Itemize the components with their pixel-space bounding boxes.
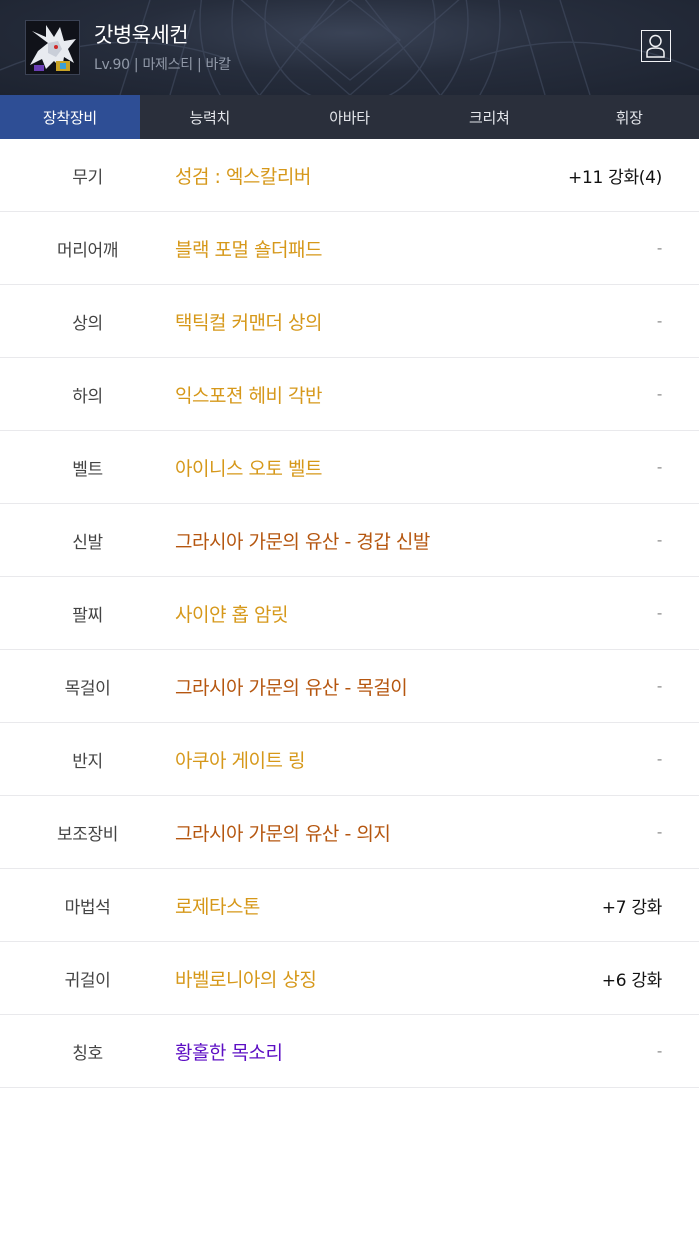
item-name[interactable]: 택틱컬 커맨더 상의 [175,308,442,335]
item-name[interactable]: 아이니스 오토 벨트 [175,454,442,481]
enhance-value: - [656,458,662,476]
slot-label: 벨트 [72,459,103,480]
item-name[interactable]: 로제타스톤 [175,892,442,919]
enhance-value: - [656,750,662,768]
slot-label: 마법석 [64,897,111,918]
item-name[interactable]: 익스포젼 헤비 각반 [175,381,442,408]
equipment-row-belt[interactable]: 벨트 아이니스 오토 벨트 - [0,431,699,504]
person-icon [646,34,665,58]
tab-emblem[interactable]: 휘장 [559,95,699,139]
enhance-value: - [656,385,662,403]
enhance-value: - [656,604,662,622]
character-avatar [26,21,79,74]
enhance-value: - [656,531,662,549]
item-name[interactable]: 바벨로니아의 상징 [175,965,442,992]
slot-label: 상의 [72,313,103,334]
enhance-value: - [656,312,662,330]
character-portrait-icon [26,21,79,74]
profile-button[interactable] [641,30,671,62]
enhance-value: +6 강화 [601,970,663,991]
enhance-value: - [656,677,662,695]
slot-label: 반지 [72,751,103,772]
slot-label: 하의 [72,386,103,407]
equipment-row-necklace[interactable]: 목걸이 그라시아 가문의 유산 - 목걸이 - [0,650,699,723]
tab-equipment[interactable]: 장착장비 [0,95,140,139]
equipment-row-support[interactable]: 보조장비 그라시아 가문의 유산 - 의지 - [0,796,699,869]
item-name[interactable]: 블랙 포멀 숄더패드 [175,235,442,262]
slot-label: 팔찌 [72,605,103,626]
tab-creature[interactable]: 크리쳐 [419,95,559,139]
slot-label: 무기 [72,167,103,188]
tab-avatar[interactable]: 아바타 [280,95,420,139]
enhance-value: - [656,1042,662,1060]
enhance-value: +11 강화(4) [568,167,662,188]
slot-label: 신발 [72,532,103,553]
equipment-row-shoulder[interactable]: 머리어깨 블랙 포멀 숄더패드 - [0,212,699,285]
equipment-row-top[interactable]: 상의 택틱컬 커맨더 상의 - [0,285,699,358]
enhance-value: - [656,239,662,257]
enhance-value: +7 강화 [601,897,663,918]
enhance-value: - [656,823,662,841]
slot-label: 보조장비 [57,824,118,845]
item-name[interactable]: 성검 : 엑스칼리버 [175,162,442,189]
equipment-row-bracelet[interactable]: 팔찌 사이얀 홉 암릿 - [0,577,699,650]
item-name[interactable]: 그라시아 가문의 유산 - 의지 [175,819,442,846]
slot-label: 목걸이 [64,678,111,699]
item-name[interactable]: 그라시아 가문의 유산 - 목걸이 [175,673,442,700]
tab-stats[interactable]: 능력치 [140,95,280,139]
character-header: 갓병욱세컨 Lv.90 | 마제스티 | 바칼 [0,0,699,95]
equipment-row-magic-stone[interactable]: 마법석 로제타스톤 +7 강화 [0,869,699,942]
item-name[interactable]: 아쿠아 게이트 링 [175,746,442,773]
equipment-row-bottom[interactable]: 하의 익스포젼 헤비 각반 - [0,358,699,431]
slot-label: 칭호 [72,1043,103,1064]
item-name[interactable]: 그라시아 가문의 유산 - 경갑 신발 [175,527,442,554]
equipment-list: 무기 성검 : 엑스칼리버 +11 강화(4) 머리어깨 블랙 포멀 숄더패드 … [0,139,699,1088]
slot-label: 귀걸이 [64,970,111,991]
character-level-class-server: Lv.90 | 마제스티 | 바칼 [94,57,231,73]
equipment-row-title[interactable]: 칭호 황홀한 목소리 - [0,1015,699,1088]
tab-bar: 장착장비 능력치 아바타 크리쳐 휘장 [0,95,699,139]
character-name: 갓병욱세컨 [94,23,189,47]
item-name[interactable]: 황홀한 목소리 [175,1038,442,1065]
slot-label: 머리어깨 [57,240,118,261]
equipment-row-weapon[interactable]: 무기 성검 : 엑스칼리버 +11 강화(4) [0,139,699,212]
equipment-row-earring[interactable]: 귀걸이 바벨로니아의 상징 +6 강화 [0,942,699,1015]
item-name[interactable]: 사이얀 홉 암릿 [175,600,442,627]
equipment-row-shoes[interactable]: 신발 그라시아 가문의 유산 - 경갑 신발 - [0,504,699,577]
equipment-row-ring[interactable]: 반지 아쿠아 게이트 링 - [0,723,699,796]
